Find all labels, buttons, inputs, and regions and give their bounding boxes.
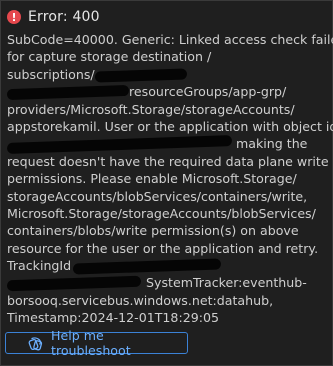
- error-header: ! Error: 400: [7, 8, 100, 26]
- message-text: making the: [236, 136, 308, 152]
- message-line: subscriptions/: [7, 66, 325, 83]
- message-line: Microsoft.Storage/storageAccounts/blobSe…: [7, 205, 316, 221]
- error-dialog: ! Error: 400 SubCode=40000. Generic: Lin…: [0, 0, 333, 366]
- message-line: storageAccounts/blobServices/containers/…: [7, 188, 308, 204]
- redacted-text: [6, 85, 130, 101]
- message-text: SystemTracker:eventhub-: [146, 275, 307, 291]
- message-line: TrackingId: [7, 257, 325, 275]
- message-line: request doesn't have the required data p…: [7, 153, 329, 169]
- message-text: subscriptions/: [7, 66, 95, 82]
- error-icon: !: [7, 10, 21, 24]
- error-title: Error: 400: [28, 9, 100, 25]
- message-line: borsooq.servicebus.windows.net:datahub,: [7, 292, 274, 308]
- message-line: appstorekamil. User or the application w…: [7, 118, 333, 134]
- redacted-text: [6, 135, 233, 155]
- message-line: resource for the user or the application…: [7, 240, 319, 256]
- error-message: SubCode=40000. Generic: Linked access ch…: [6, 31, 333, 327]
- message-line: for capture storage destination /: [7, 49, 212, 65]
- message-text: TrackingId: [7, 258, 72, 274]
- troubleshoot-icon: [28, 336, 43, 351]
- redacted-text: [72, 258, 222, 275]
- message-line: making the: [6, 135, 325, 155]
- message-line: providers/Microsoft.Storage/storageAccou…: [7, 101, 295, 117]
- message-line: Timestamp:2024-12-01T18:29:05: [7, 310, 219, 326]
- message-line: SystemTracker:eventhub-: [6, 274, 325, 292]
- message-line: resourceGroups/app-grp/: [6, 83, 325, 101]
- help-me-troubleshoot-button[interactable]: Help me troubleshoot: [5, 328, 188, 358]
- help-me-troubleshoot-label: Help me troubleshoot: [51, 328, 131, 358]
- redacted-text: [94, 68, 187, 83]
- message-line: containers/blobs/write permission(s) on …: [7, 223, 299, 239]
- message-line: permissions. Please enable Microsoft.Sto…: [7, 171, 297, 187]
- message-text: resourceGroups/app-grp/: [129, 84, 287, 100]
- message-line: SubCode=40000. Generic: Linked access ch…: [7, 32, 333, 47]
- redacted-text: [6, 276, 142, 292]
